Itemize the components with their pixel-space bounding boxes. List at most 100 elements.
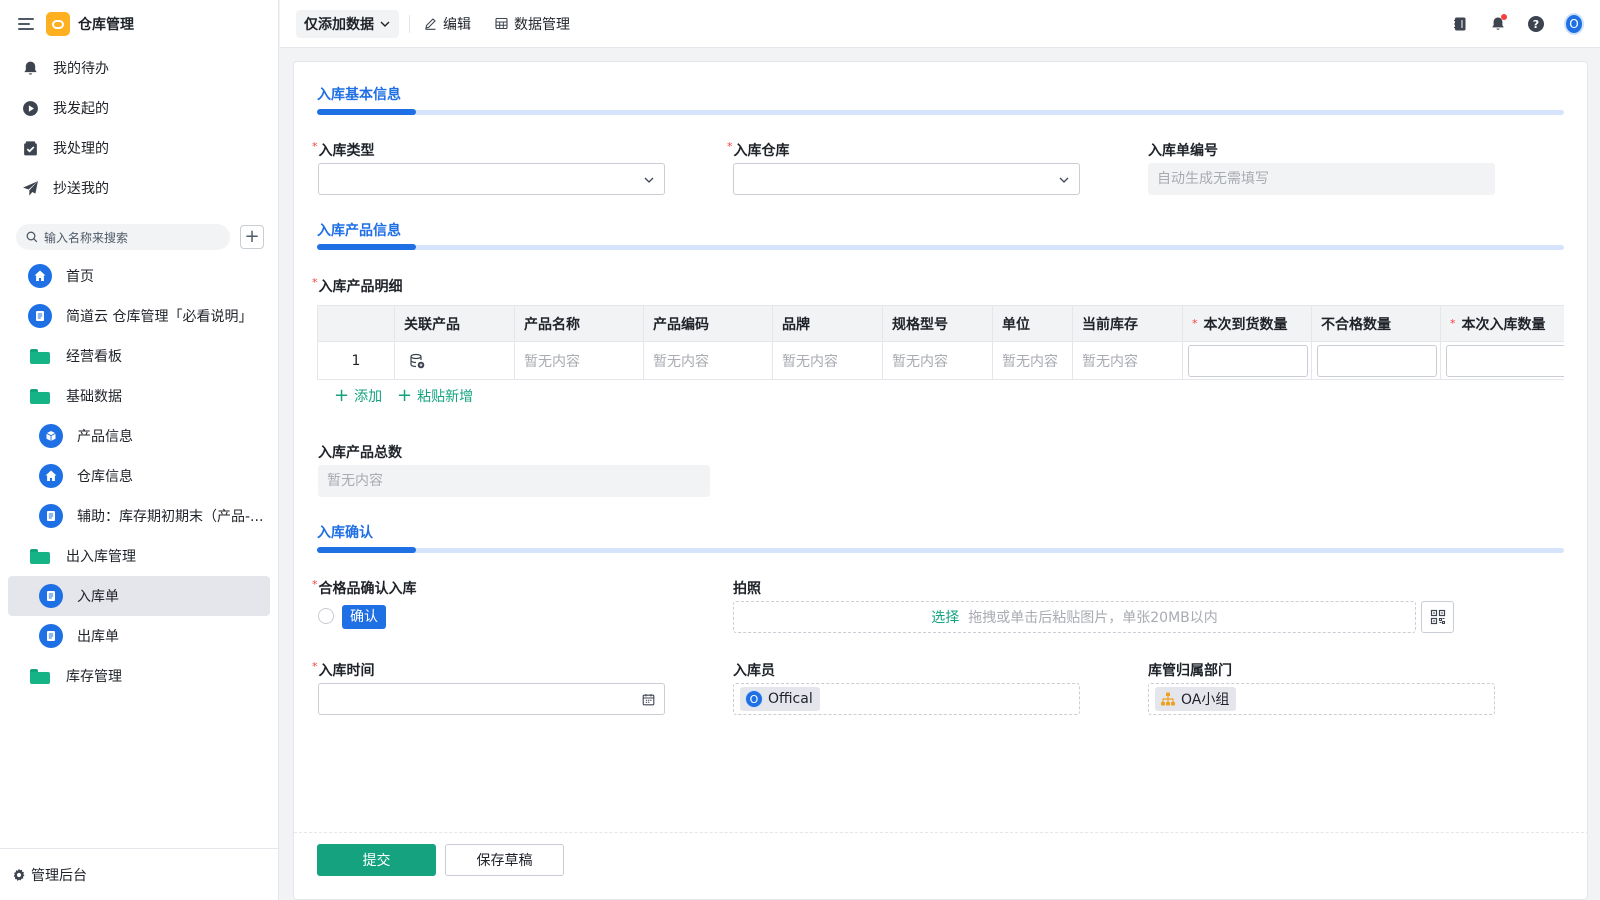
data-manage-button[interactable]: 数据管理: [495, 14, 570, 34]
home-icon: [28, 264, 52, 288]
folder-open-icon: [30, 388, 50, 404]
todo-cc-label: 抄送我的: [53, 181, 109, 197]
paste-add-button[interactable]: + 粘贴新增: [397, 386, 473, 406]
notification-bell-icon[interactable]: [1488, 14, 1508, 34]
pick-file-link[interactable]: 选择: [931, 607, 959, 627]
nav-item-product-info[interactable]: 产品信息: [8, 416, 270, 456]
link-product-cell[interactable]: [395, 342, 515, 379]
inbound-time-picker[interactable]: [318, 683, 665, 715]
box-icon: [39, 424, 63, 448]
nav-item-warehouse-info[interactable]: 仓库信息: [8, 456, 270, 496]
gear-icon: [13, 868, 25, 881]
add-row-button[interactable]: + 添加: [334, 386, 382, 406]
database-select-icon[interactable]: [408, 352, 426, 370]
arrival-qty-cell: [1183, 342, 1312, 379]
save-draft-button[interactable]: 保存草稿: [445, 844, 564, 876]
folder-open-icon: [30, 548, 50, 564]
help-icon[interactable]: ?: [1526, 14, 1546, 34]
department-name: OA小组: [1181, 692, 1230, 708]
todo-cc[interactable]: 抄送我的: [0, 168, 278, 208]
view-mode-select[interactable]: 仅添加数据: [296, 9, 399, 38]
send-icon: [21, 179, 39, 197]
column-header-index: [318, 306, 395, 341]
operator-field[interactable]: O Offical: [733, 683, 1080, 715]
nav-item-stock[interactable]: 库存管理: [8, 656, 270, 696]
section-bar: [317, 244, 1564, 250]
app-logo: [46, 12, 70, 36]
qr-code-icon: [1430, 609, 1445, 625]
top-toolbar: 仅添加数据 编辑 数据管理 ? O: [280, 0, 1600, 48]
nav-item-home[interactable]: 首页: [8, 256, 270, 296]
column-header: * 本次到货数量: [1183, 306, 1312, 341]
pencil-icon: [425, 18, 436, 30]
menu-toggle-icon[interactable]: [18, 18, 34, 30]
arrival-qty-input[interactable]: [1188, 345, 1308, 377]
toolbar-right: ? O: [1432, 0, 1584, 48]
folder-icon: [30, 348, 50, 364]
submit-button[interactable]: 提交: [317, 844, 436, 876]
chevron-down-icon: [644, 177, 654, 183]
admin-link[interactable]: 管理后台: [0, 848, 278, 900]
folder-icon: [30, 668, 50, 684]
nav-item-guide[interactable]: 简道云 仓库管理「必看说明」: [8, 296, 270, 336]
warehouse-select[interactable]: [733, 163, 1080, 195]
column-header: 产品名称: [515, 306, 644, 341]
search-row: 输入名称来搜索 +: [0, 224, 278, 250]
search-icon: [26, 231, 38, 243]
inbound-qty-input[interactable]: [1446, 345, 1564, 377]
todo-initiated-label: 我发起的: [53, 101, 109, 117]
todo-pending[interactable]: 我的待办: [0, 48, 278, 88]
column-header: 规格型号: [883, 306, 993, 341]
column-header: 产品编码: [644, 306, 773, 341]
nav-menu: 首页 简道云 仓库管理「必看说明」 经营看板 基础数据 产品信息 仓库信息 辅助…: [0, 256, 278, 696]
brand-cell: 暂无内容: [773, 342, 883, 379]
nav-item-inout[interactable]: 出入库管理: [8, 536, 270, 576]
confirm-option[interactable]: 确认: [342, 605, 386, 629]
section-title-product: 入库产品信息: [317, 223, 401, 239]
number-label: 入库单编号: [1148, 143, 1218, 159]
nav-item-label: 出入库管理: [66, 549, 136, 565]
nav-item-label: 仓库信息: [77, 469, 133, 485]
check-box-icon: [21, 139, 39, 157]
todo-initiated[interactable]: 我发起的: [0, 88, 278, 128]
nav-item-outbound[interactable]: 出库单: [8, 616, 270, 656]
nav-item-label: 入库单: [77, 589, 119, 605]
edit-button[interactable]: 编辑: [424, 14, 471, 34]
nav-item-label: 简道云 仓库管理「必看说明」: [66, 309, 253, 325]
department-field[interactable]: OA小组: [1148, 683, 1495, 715]
todo-handled-label: 我处理的: [53, 141, 109, 157]
nav-item-dashboard[interactable]: 经营看板: [8, 336, 270, 376]
search-input[interactable]: 输入名称来搜索: [16, 224, 230, 250]
bell-icon: [21, 59, 39, 77]
nav-item-label: 出库单: [77, 629, 119, 645]
defect-qty-input[interactable]: [1317, 345, 1437, 377]
photo-upload-area[interactable]: 选择 拖拽或单击后粘贴图片，单张20MB以内: [733, 601, 1416, 633]
current-stock-cell: 暂无内容: [1073, 342, 1183, 379]
unread-dot: [1501, 14, 1507, 20]
qr-scan-button[interactable]: [1421, 601, 1454, 633]
confirm-radio[interactable]: [318, 608, 334, 624]
app-header: 仓库管理: [0, 0, 278, 48]
data-manage-label: 数据管理: [514, 16, 570, 33]
inbound-type-select[interactable]: [318, 163, 665, 195]
search-placeholder: 输入名称来搜索: [44, 230, 129, 245]
table-icon: [495, 17, 508, 30]
nav-item-inbound[interactable]: 入库单: [8, 576, 270, 616]
qualified-label: *合格品确认入库: [312, 578, 417, 597]
table-header: 关联产品 产品名称 产品编码 品牌 规格型号 单位 当前库存 * 本次到货数量 不…: [318, 306, 1564, 342]
todo-handled[interactable]: 我处理的: [0, 128, 278, 168]
form-card: 入库基本信息 *入库类型 *入库仓库 入库单编号 自动生成无需填写 入库产品信息…: [293, 61, 1588, 900]
add-item-button[interactable]: +: [240, 225, 264, 249]
column-header: 品牌: [773, 306, 883, 341]
nav-item-label: 经营看板: [66, 349, 122, 365]
form-footer: 提交 保存草稿: [294, 832, 1587, 899]
column-header: 关联产品: [395, 306, 515, 341]
user-avatar[interactable]: O: [1564, 13, 1584, 35]
nav-item-basic-data[interactable]: 基础数据: [8, 376, 270, 416]
total-label: 入库产品总数: [318, 445, 402, 461]
nav-item-stock-period[interactable]: 辅助：库存期初期末（产品-...: [8, 496, 270, 536]
unit-cell: 暂无内容: [993, 342, 1073, 379]
notebook-icon[interactable]: [1450, 14, 1470, 34]
todo-pending-label: 我的待办: [53, 61, 109, 77]
play-circle-icon: [21, 99, 39, 117]
